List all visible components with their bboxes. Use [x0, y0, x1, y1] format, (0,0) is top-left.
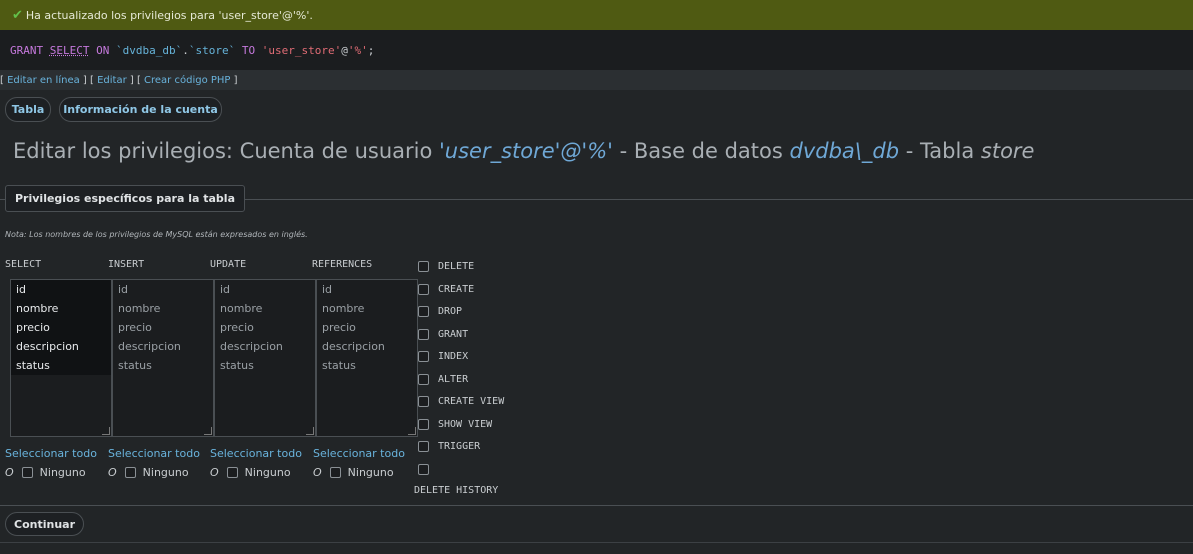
privilege-trigger[interactable]: TRIGGER: [418, 441, 480, 452]
resize-handle[interactable]: [102, 427, 110, 435]
privilege-checkbox[interactable]: [418, 329, 429, 340]
list-option[interactable]: id: [215, 280, 315, 299]
sql-string: 'user_store': [261, 43, 342, 57]
privilege-checkbox[interactable]: [418, 306, 429, 317]
list-option[interactable]: precio: [317, 318, 417, 337]
inline-edit-link[interactable]: Editar en línea: [7, 75, 80, 86]
list-option[interactable]: id: [11, 280, 111, 299]
list-option[interactable]: status: [113, 356, 213, 375]
check-icon: ✔: [12, 7, 23, 23]
list-option[interactable]: descripcion: [11, 337, 111, 356]
bottom-divider: [0, 542, 1193, 543]
privilege-checkbox[interactable]: [418, 396, 429, 407]
privilege-create[interactable]: CREATE: [418, 284, 474, 295]
privilege-show-view[interactable]: SHOW VIEW: [418, 419, 492, 430]
none-insert-checkbox[interactable]: [124, 467, 136, 478]
column-header-insert: INSERT: [108, 259, 145, 270]
list-option[interactable]: descripcion: [215, 337, 315, 356]
list-option[interactable]: status: [215, 356, 315, 375]
list-option[interactable]: nombre: [11, 299, 111, 318]
success-notification: ✔ Ha actualizado los privilegios para 'u…: [0, 0, 1193, 30]
none-update-checkbox[interactable]: [226, 467, 238, 478]
sql-keyword: GRANT: [10, 43, 44, 57]
sql-string: '%': [347, 43, 368, 57]
privilege-alter[interactable]: ALTER: [418, 374, 468, 385]
sql-query-box: GRANT SELECT ON `dvdba_db`.`store` TO 'u…: [0, 30, 1193, 70]
sql-query: GRANT SELECT ON `dvdba_db`.`store` TO 'u…: [10, 44, 374, 57]
none-references-row: O Ninguno: [313, 466, 394, 479]
privilege-delete[interactable]: DELETE: [418, 261, 474, 272]
page-title: Editar los privilegios: Cuenta de usuari…: [13, 139, 1035, 163]
tab-account-info[interactable]: Información de la cuenta: [59, 97, 222, 122]
none-select-checkbox[interactable]: [21, 467, 33, 478]
list-option[interactable]: nombre: [215, 299, 315, 318]
column-header-select: SELECT: [5, 259, 42, 270]
list-option[interactable]: precio: [11, 318, 111, 337]
list-option[interactable]: nombre: [317, 299, 417, 318]
list-option[interactable]: id: [113, 280, 213, 299]
list-option[interactable]: status: [11, 356, 111, 375]
references-columns-listbox[interactable]: id nombre precio descripcion status: [316, 279, 418, 437]
list-option[interactable]: status: [317, 356, 417, 375]
privilege-checkbox[interactable]: [418, 261, 429, 272]
sql-punct: @: [341, 43, 348, 57]
database-name: dvdba\_db: [789, 139, 900, 163]
none-insert-row: O Ninguno: [108, 466, 189, 479]
column-header-references: REFERENCES: [312, 259, 373, 270]
list-option[interactable]: precio: [215, 318, 315, 337]
list-option[interactable]: descripcion: [317, 337, 417, 356]
privilege-delete-history-checkbox[interactable]: [418, 464, 429, 478]
sql-keyword-link[interactable]: SELECT: [50, 44, 90, 57]
continue-button[interactable]: Continuar: [5, 512, 84, 536]
none-select-row: O Ninguno: [5, 466, 86, 479]
query-links-row: [ Editar en línea ] [ Editar ] [ Crear c…: [0, 70, 1193, 90]
sql-keyword: ON: [96, 43, 110, 57]
privilege-checkbox[interactable]: [418, 284, 429, 295]
tab-table[interactable]: Tabla: [5, 97, 51, 122]
sql-identifier: `dvdba_db`: [116, 43, 183, 57]
fieldset-legend: Privilegios específicos para la tabla: [5, 185, 245, 212]
none-references-checkbox[interactable]: [329, 467, 341, 478]
insert-columns-listbox[interactable]: id nombre precio descripcion status: [112, 279, 214, 437]
resize-handle[interactable]: [408, 427, 416, 435]
select-columns-listbox[interactable]: id nombre precio descripcion status: [10, 279, 112, 437]
select-all-insert-link[interactable]: Seleccionar todo: [108, 447, 200, 460]
column-header-update: UPDATE: [210, 259, 247, 270]
privilege-delete-history-label: DELETE HISTORY: [414, 485, 499, 496]
privilege-checkbox[interactable]: [418, 374, 429, 385]
none-update-row: O Ninguno: [210, 466, 291, 479]
privilege-checkbox[interactable]: [418, 419, 429, 430]
success-message: Ha actualizado los privilegios para 'use…: [25, 8, 313, 22]
edit-link[interactable]: Editar: [97, 75, 127, 86]
resize-handle[interactable]: [306, 427, 314, 435]
sql-identifier: `store`: [188, 43, 236, 57]
privilege-create-view[interactable]: CREATE VIEW: [418, 396, 504, 407]
user-account: 'user_store'@'%': [439, 139, 613, 163]
create-php-link[interactable]: Crear código PHP: [144, 75, 230, 86]
select-all-select-link[interactable]: Seleccionar todo: [5, 447, 97, 460]
table-name: store: [980, 139, 1035, 163]
select-all-references-link[interactable]: Seleccionar todo: [313, 447, 405, 460]
list-option[interactable]: descripcion: [113, 337, 213, 356]
list-option[interactable]: precio: [113, 318, 213, 337]
form-footer-border: [0, 505, 1193, 506]
privilege-grant[interactable]: GRANT: [418, 329, 468, 340]
privilege-checkbox[interactable]: [418, 351, 429, 362]
sql-punct: ;: [367, 43, 375, 57]
privilege-drop[interactable]: DROP: [418, 306, 462, 317]
select-all-update-link[interactable]: Seleccionar todo: [210, 447, 302, 460]
privileges-note: Nota: Los nombres de los privilegios de …: [5, 230, 308, 239]
list-option[interactable]: nombre: [113, 299, 213, 318]
privilege-checkbox[interactable]: [418, 464, 429, 475]
resize-handle[interactable]: [204, 427, 212, 435]
privilege-index[interactable]: INDEX: [418, 351, 468, 362]
sql-punct: .: [182, 43, 189, 57]
privilege-checkbox[interactable]: [418, 441, 429, 452]
list-option[interactable]: id: [317, 280, 417, 299]
update-columns-listbox[interactable]: id nombre precio descripcion status: [214, 279, 316, 437]
sql-keyword: TO: [241, 43, 256, 57]
